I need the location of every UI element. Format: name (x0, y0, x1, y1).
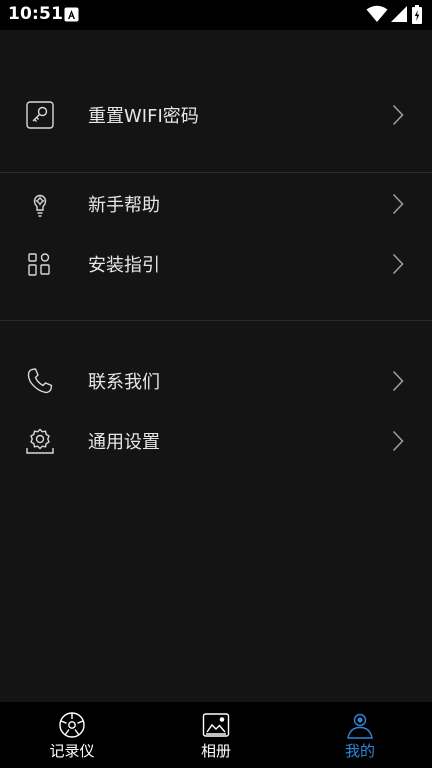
menu-item-install-guide[interactable]: 安装指引 (0, 233, 432, 293)
tab-profile[interactable]: 我的 (288, 702, 432, 768)
menu-item-label: 重置WIFI密码 (88, 106, 199, 127)
tab-album[interactable]: 相册 (144, 702, 288, 768)
menu-item-label: 联系我们 (88, 372, 160, 393)
menu-item-reset-wifi-password[interactable]: 重置WIFI密码 (0, 84, 432, 144)
chevron-right-icon (392, 370, 404, 392)
install-guide-icon (28, 253, 50, 276)
tab-recorder[interactable]: 记录仪 (0, 702, 144, 768)
menu-item-general-settings[interactable]: 通用设置 (0, 410, 432, 470)
battery-icon (412, 5, 422, 24)
profile-icon (347, 713, 373, 739)
album-icon (202, 713, 230, 737)
gear-icon (26, 428, 54, 454)
wifi-icon (366, 5, 388, 22)
chevron-right-icon (392, 430, 404, 452)
tab-label: 记录仪 (49, 742, 95, 760)
menu-item-label: 通用设置 (88, 432, 160, 453)
bottom-tab-bar: 记录仪 相册 我的 (0, 702, 432, 768)
chevron-right-icon (392, 104, 404, 126)
menu-item-contact-us[interactable]: 联系我们 (0, 350, 432, 410)
cell-signal-icon (391, 6, 407, 22)
key-icon (26, 101, 54, 129)
phone-icon (27, 368, 53, 394)
lightbulb-icon (33, 194, 47, 217)
notification-a-icon (64, 7, 79, 22)
chevron-right-icon (392, 193, 404, 215)
group-divider (0, 320, 432, 321)
menu-item-label: 新手帮助 (88, 195, 160, 216)
settings-content: 重置WIFI密码 新手帮助 安装指引 联系我们 通用设置 (0, 30, 432, 702)
chevron-right-icon (392, 253, 404, 275)
status-time: 10:51 (8, 4, 64, 24)
tab-label: 相册 (200, 742, 231, 760)
menu-item-beginner-help[interactable]: 新手帮助 (0, 173, 432, 233)
tab-label: 我的 (344, 742, 375, 760)
menu-item-label: 安装指引 (88, 255, 160, 276)
status-icons (366, 5, 426, 25)
status-bar: 10:51 (0, 0, 432, 30)
recorder-icon (59, 712, 85, 738)
